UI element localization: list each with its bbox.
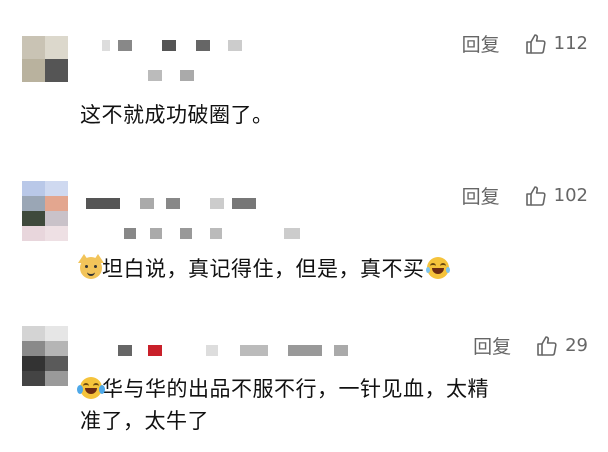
reply-button[interactable]: 回复	[473, 332, 511, 359]
comment-item: 回复 29 华与华的出品不服不行，一针见血，太精 准了，太牛了	[0, 0, 608, 452]
like-button[interactable]: 29	[535, 334, 588, 358]
crying-laughing-emoji	[77, 377, 105, 399]
like-count: 29	[565, 335, 588, 356]
comment-text-line: 准了，太牛了	[80, 409, 209, 433]
avatar[interactable]	[22, 326, 68, 386]
comment-text: 华与华的出品不服不行，一针见血，太精	[102, 377, 489, 401]
comment-text-line: 华与华的出品不服不行，一针见血，太精	[77, 374, 489, 404]
thumbs-up-icon	[537, 335, 557, 356]
